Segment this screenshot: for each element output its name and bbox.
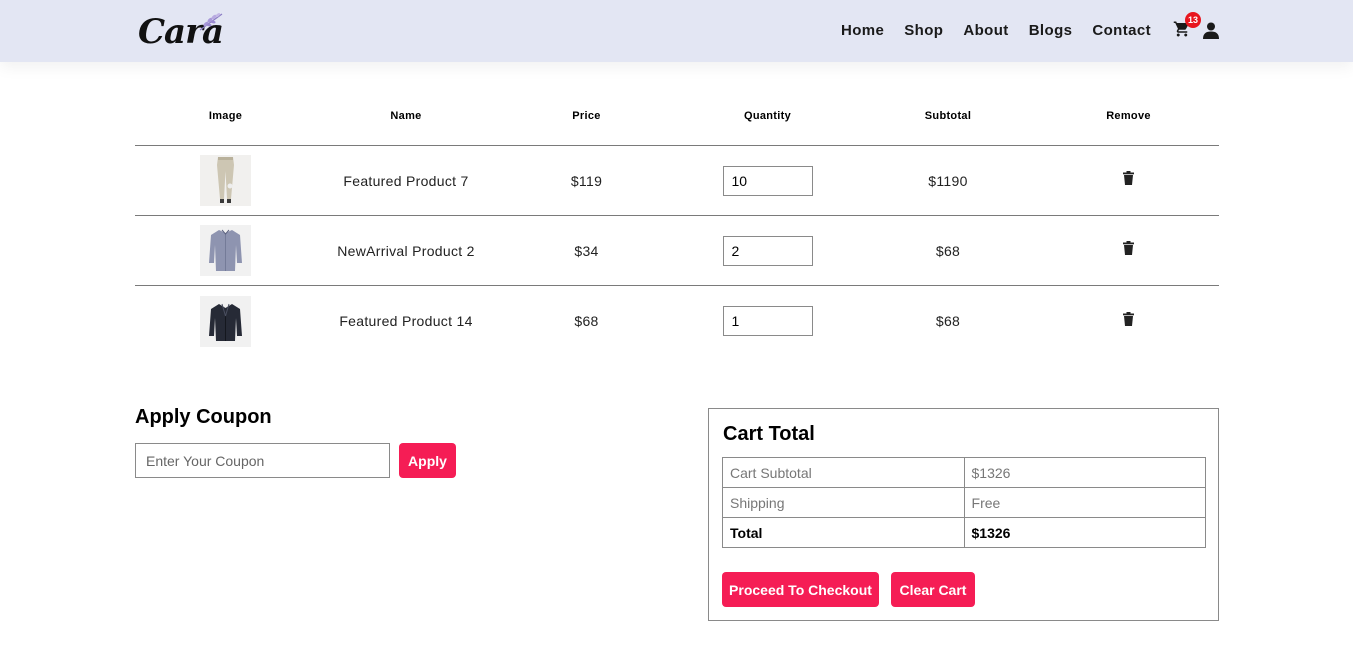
remove-button[interactable]: [1123, 171, 1134, 190]
lavender-icon: [199, 13, 223, 31]
remove-button[interactable]: [1123, 241, 1134, 260]
total-row-subtotal: Cart Subtotal $1326: [722, 457, 1207, 488]
header-quantity: Quantity: [743, 109, 791, 122]
cart-total-panel: Cart Total Cart Subtotal $1326 Shipping …: [708, 408, 1219, 621]
nav-blogs[interactable]: Blogs: [1029, 22, 1073, 39]
nav-shop[interactable]: Shop: [904, 22, 943, 39]
product-name: Featured Product 14: [339, 313, 473, 329]
main-nav: Home Shop About Blogs Contact: [841, 22, 1171, 39]
product-price: $119: [570, 172, 603, 189]
clear-cart-button[interactable]: Clear Cart: [891, 572, 975, 607]
cart-table: Image Name Price Quantity Subtotal Remov…: [135, 86, 1219, 356]
product-subtotal: $68: [935, 242, 961, 259]
quantity-input[interactable]: [722, 165, 813, 196]
shirt-image: [200, 225, 251, 276]
trash-icon: [1123, 241, 1134, 255]
coupon-input[interactable]: [135, 443, 390, 478]
shipping-value: Free: [963, 487, 1207, 518]
total-label: Total: [722, 517, 965, 548]
nav-contact[interactable]: Contact: [1092, 22, 1151, 39]
quantity-input[interactable]: [722, 235, 813, 266]
remove-button[interactable]: [1123, 311, 1134, 331]
proceed-to-checkout-button[interactable]: Proceed To Checkout: [722, 572, 879, 607]
subtotal-label: Cart Subtotal: [722, 457, 965, 488]
cart-count-badge: 13: [1185, 12, 1201, 28]
quantity-input[interactable]: [722, 306, 813, 336]
trash-icon: [1123, 311, 1134, 326]
header-remove: Remove: [1106, 109, 1151, 122]
product-name: Featured Product 7: [343, 172, 469, 189]
table-row: Featured Product 14 $68 $68: [135, 286, 1219, 356]
cart-total-table: Cart Subtotal $1326 Shipping Free Total …: [722, 457, 1207, 548]
header-image: Image: [208, 109, 243, 122]
header-name: Name: [390, 109, 422, 122]
pants-image: [200, 155, 251, 206]
total-row-shipping: Shipping Free: [722, 487, 1207, 518]
table-row: Featured Product 7 $119 $1190: [135, 146, 1219, 216]
coupon-section: Apply Coupon Apply: [135, 406, 456, 478]
subtotal-value: $1326: [963, 457, 1207, 488]
trash-icon: [1123, 171, 1134, 185]
header-subtotal: Subtotal: [924, 109, 972, 122]
product-subtotal: $68: [935, 313, 961, 329]
total-value: $1326: [963, 517, 1207, 548]
jacket-image: [200, 295, 251, 347]
cart-total-title: Cart Total: [723, 423, 815, 445]
apply-coupon-button[interactable]: Apply: [399, 443, 456, 478]
user-icon[interactable]: [1203, 22, 1219, 39]
cart-button[interactable]: 13: [1173, 12, 1201, 42]
product-price: $34: [574, 242, 599, 259]
product-image[interactable]: [200, 225, 251, 276]
shipping-label: Shipping: [722, 487, 965, 518]
table-row: NewArrival Product 2 $34 $68: [135, 216, 1219, 286]
product-price: $68: [574, 313, 599, 329]
product-image[interactable]: [200, 155, 251, 206]
nav-home[interactable]: Home: [841, 22, 884, 39]
table-header: Image Name Price Quantity Subtotal Remov…: [135, 86, 1219, 146]
total-row-total: Total $1326: [722, 517, 1207, 548]
product-subtotal: $1190: [928, 172, 968, 189]
nav-about[interactable]: About: [963, 22, 1008, 39]
site-header: Cara Home Shop About Blogs Contact 13: [0, 0, 1353, 62]
header-price: Price: [572, 109, 601, 122]
coupon-title: Apply Coupon: [135, 406, 272, 428]
logo[interactable]: Cara: [136, 8, 228, 52]
product-name: NewArrival Product 2: [337, 242, 475, 259]
product-image[interactable]: [200, 295, 251, 347]
